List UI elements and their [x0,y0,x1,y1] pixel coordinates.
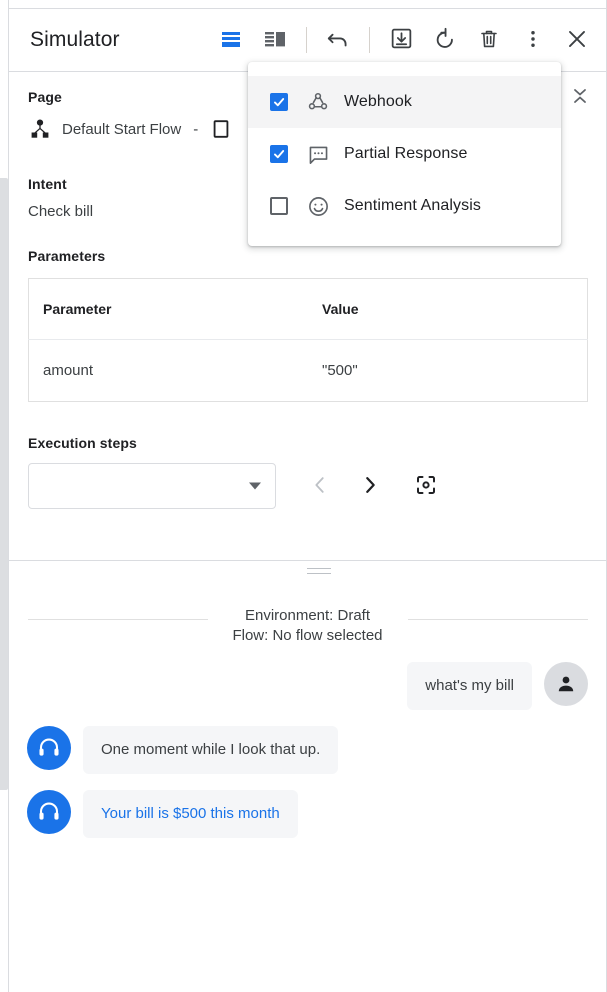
flow-icon [28,117,52,141]
panel-splitter [9,560,606,561]
delete-icon-button[interactable] [467,18,511,62]
intent-section: Intent Check bill [28,176,93,220]
menu-item-label: Partial Response [344,145,467,163]
cell-parameter-value: "500" [308,340,588,402]
execution-step-select[interactable] [28,463,276,509]
split-view-icon-button[interactable] [253,18,297,62]
undo-icon [325,26,351,55]
parameters-section-label: Parameters [28,248,588,264]
page-icon [210,118,232,140]
chevron-right-icon [359,474,381,499]
chat-message-agent: One moment while I look that up. [9,726,606,774]
parameters-section: Parameters Parameter Value amount "500" [28,248,588,402]
parameters-table: Parameter Value amount "500" [28,278,588,402]
simulator-panel: Simulator [0,0,607,992]
menu-item-partial-response[interactable]: Partial Response [248,128,561,180]
focus-step-button[interactable] [404,464,448,508]
panel-scrollbar[interactable] [0,178,8,790]
table-row: amount "500" [29,340,588,402]
divider-rule-right [408,619,588,620]
menu-item-label: Sentiment Analysis [344,197,481,215]
previous-step-button[interactable] [298,464,342,508]
chat-message-user: what's my bill [9,662,606,710]
message-bubble: One moment while I look that up. [83,726,338,774]
chevron-left-icon [309,474,331,499]
cell-parameter-name: amount [29,340,309,402]
simulator-options-menu: Webhook Partial Response [248,62,561,246]
message-bubble[interactable]: Your bill is $500 this month [83,790,298,838]
save-icon [389,26,414,54]
unfold-less-icon [570,85,590,112]
partial-response-checkbox[interactable] [270,145,288,163]
next-step-button[interactable] [348,464,392,508]
menu-item-webhook[interactable]: Webhook [248,76,561,128]
close-icon-button[interactable] [555,18,599,62]
environment-status: Environment: Draft Flow: No flow selecte… [220,606,394,646]
message-bubble: what's my bill [407,662,532,710]
undo-icon-button[interactable] [316,18,360,62]
divider-rule-left [28,619,208,620]
restart-icon-button[interactable] [423,18,467,62]
flow-name[interactable]: Default Start Flow [62,121,181,138]
column-header-value: Value [308,279,588,340]
sentiment-analysis-checkbox[interactable] [270,197,288,215]
chat-bubble-icon [306,142,330,166]
agent-avatar [27,726,71,770]
restart-icon [432,26,458,55]
webhook-icon [306,90,330,114]
more-options-icon [522,28,544,53]
menu-item-label: Webhook [344,93,412,111]
environment-divider: Environment: Draft Flow: No flow selecte… [28,606,588,646]
simulator-chat: Environment: Draft Flow: No flow selecte… [9,582,606,992]
toolbar-divider-2 [369,27,370,53]
toolbar-divider-1 [306,27,307,53]
more-options-icon-button[interactable] [511,18,555,62]
environment-line: Environment: Draft [245,607,370,624]
webhook-checkbox[interactable] [270,93,288,111]
column-header-parameter: Parameter [29,279,309,340]
intent-value[interactable]: Check bill [28,203,93,220]
execution-steps-label: Execution steps [28,435,568,451]
list-view-icon-button[interactable] [209,18,253,62]
collapse-details-button[interactable] [562,80,598,116]
execution-steps-controls [28,463,568,509]
table-header-row: Parameter Value [29,279,588,340]
chevron-down-icon [249,483,261,490]
breadcrumb-separator: - [193,121,198,138]
save-icon-button[interactable] [379,18,423,62]
menu-item-sentiment-analysis[interactable]: Sentiment Analysis [248,180,561,232]
center-focus-icon [414,473,438,500]
split-view-icon [263,27,287,54]
sentiment-icon [306,194,330,218]
resize-drag-handle[interactable] [307,568,331,576]
list-view-icon [219,27,243,54]
page-title: Simulator [30,28,120,52]
user-avatar [544,662,588,706]
intent-section-label: Intent [28,176,93,192]
delete-icon [477,27,501,54]
chat-message-agent: Your bill is $500 this month [9,790,606,838]
execution-steps-section: Execution steps [28,435,568,509]
agent-avatar [27,790,71,834]
close-icon [564,26,590,55]
flow-line: Flow: No flow selected [232,627,382,644]
